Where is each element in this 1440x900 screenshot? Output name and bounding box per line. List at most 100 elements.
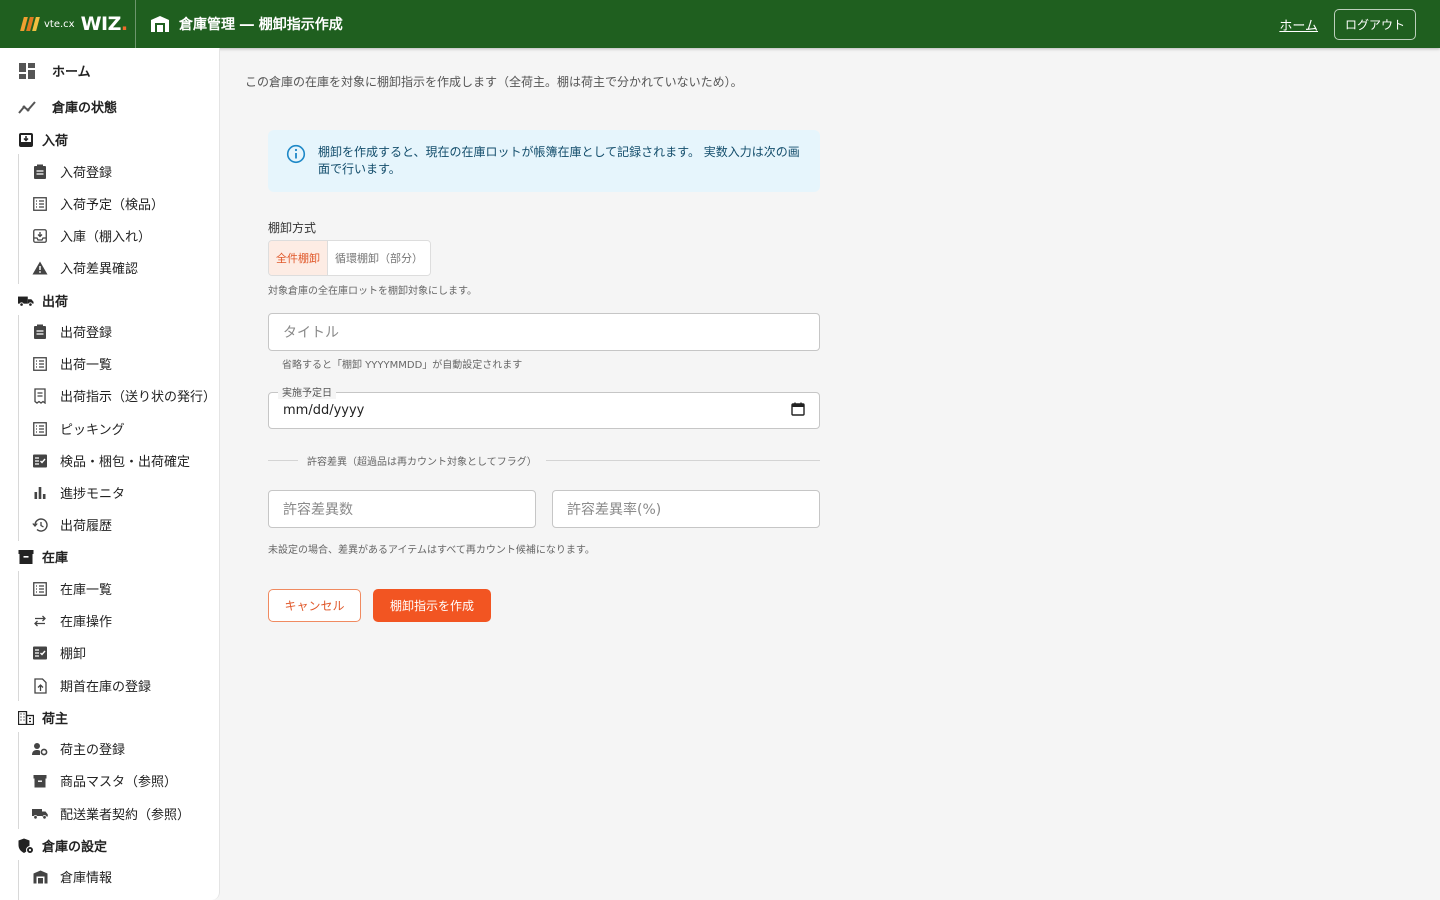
sidebar-item-label: ホーム xyxy=(52,65,91,80)
receipt-icon xyxy=(32,387,48,404)
sidebar-item-label: 配送業者契約（参照） xyxy=(60,808,191,823)
sidebar-item-shipping-history[interactable]: 出荷履歴 xyxy=(32,515,112,534)
sidebar-item-shipping-list[interactable]: 出荷一覧 xyxy=(32,354,112,373)
swap-icon xyxy=(32,613,48,629)
archive-icon xyxy=(18,549,34,565)
sidebar-item-label: 出荷履歴 xyxy=(60,519,113,534)
section-divider-line xyxy=(18,571,19,701)
warehouse-settings-icon xyxy=(18,838,34,854)
info-icon xyxy=(286,144,306,164)
fact-check-icon xyxy=(32,645,48,661)
warehouse-icon xyxy=(151,16,169,32)
list-icon xyxy=(32,421,48,437)
archive-icon xyxy=(32,773,48,789)
fact-check-icon xyxy=(32,453,48,469)
list-icon xyxy=(32,196,48,212)
home-link[interactable]: ホーム xyxy=(1279,15,1318,34)
page-description: この倉庫の在庫を対象に棚卸指示を作成します（全荷主。棚は荷主で分かれていないため… xyxy=(245,75,743,89)
sidebar-item-shipping-instruction[interactable]: 出荷指示（送り状の発行） xyxy=(32,386,216,405)
logo-big-text: WIZ xyxy=(80,13,122,35)
method-option-full[interactable]: 全件棚卸 xyxy=(269,241,328,275)
section-divider-line xyxy=(18,154,19,284)
sidebar-item-receiving-discrepancy[interactable]: 入荷差異確認 xyxy=(32,258,138,277)
sidebar-item-label: 検品・梱包・出荷確定 xyxy=(60,455,191,470)
sidebar-item-label: 入荷差異確認 xyxy=(60,262,139,277)
sidebar-item-label: 入庫（棚入れ） xyxy=(60,230,152,245)
date-value: mm/dd/yyyy xyxy=(283,403,365,418)
page-header-title: 倉庫管理 ― 棚卸指示作成 xyxy=(150,14,343,34)
move-to-inbox-icon xyxy=(32,228,48,244)
sidebar-item-label: 在庫一覧 xyxy=(60,583,113,598)
sidebar-item-receiving-plan[interactable]: 入荷予定（検品） xyxy=(32,194,164,213)
logo-small-text: vte.cx xyxy=(44,18,75,30)
logout-button[interactable]: ログアウト xyxy=(1333,8,1416,40)
scheduled-date-input[interactable]: mm/dd/yyyy xyxy=(268,392,820,429)
sidebar-item-inventory-list[interactable]: 在庫一覧 xyxy=(32,579,112,598)
tolerance-count-input[interactable]: 許容差異数 xyxy=(268,490,536,528)
tolerance-divider: 許容差異（超過品は再カウント対象としてフラグ） xyxy=(268,453,820,468)
sidebar-item-product-master[interactable]: 商品マスタ（参照） xyxy=(32,771,177,790)
sidebar-section-receiving[interactable]: 入荷 xyxy=(18,130,68,149)
sidebar-item-home[interactable]: ホーム xyxy=(18,61,91,80)
sidebar-item-inspection-packing[interactable]: 検品・梱包・出荷確定 xyxy=(32,451,190,470)
create-stocktake-button[interactable]: 棚卸指示を作成 xyxy=(373,589,491,622)
sidebar-section-warehouse-settings[interactable]: 倉庫の設定 xyxy=(18,836,107,855)
sidebar-item-label: ピッキング xyxy=(60,423,125,438)
info-alert: 棚卸を作成すると、現在の在庫ロットが帳簿在庫として記録されます。 実数入力は次の… xyxy=(268,130,820,192)
page-title: 倉庫管理 ― 棚卸指示作成 xyxy=(179,17,343,33)
sidebar-item-warehouse-status[interactable]: 倉庫の状態 xyxy=(18,97,117,116)
sidebar-item-label: 出荷指示（送り状の発行） xyxy=(60,390,217,405)
sidebar-item-label: 倉庫の状態 xyxy=(52,101,118,116)
app-logo[interactable]: vte.cx WIZ. xyxy=(0,0,136,48)
truck-icon xyxy=(18,293,34,309)
sidebar-section-label: 荷主 xyxy=(42,712,69,727)
bar-chart-icon xyxy=(32,485,48,501)
sidebar-item-label: 入荷予定（検品） xyxy=(60,198,165,213)
sidebar-item-opening-stock[interactable]: 期首在庫の登録 xyxy=(32,676,151,695)
sidebar-item-carrier-contract[interactable]: 配送業者契約（参照） xyxy=(32,804,190,823)
sidebar-section-label: 在庫 xyxy=(42,551,69,566)
list-icon xyxy=(32,581,48,597)
calendar-icon[interactable] xyxy=(791,402,805,420)
sidebar-item-label: 入荷登録 xyxy=(60,166,113,181)
section-divider-line xyxy=(18,315,19,541)
sidebar-section-inventory[interactable]: 在庫 xyxy=(18,547,68,566)
sidebar-item-progress-monitor[interactable]: 進捗モニタ xyxy=(32,483,125,502)
sidebar-item-label: 在庫操作 xyxy=(60,615,113,630)
section-divider-line xyxy=(18,732,19,829)
list-icon xyxy=(32,356,48,372)
sidebar-item-label: 出荷登録 xyxy=(60,326,113,341)
scheduled-date-label: 実施予定日 xyxy=(278,384,336,399)
sidebar-item-label: 出荷一覧 xyxy=(60,358,113,373)
sidebar-section-label: 出荷 xyxy=(42,295,69,310)
sidebar-item-inventory-operation[interactable]: 在庫操作 xyxy=(32,611,112,630)
tolerance-rate-input[interactable]: 許容差異率(%) xyxy=(552,490,820,528)
sidebar-item-receiving-register[interactable]: 入荷登録 xyxy=(32,162,112,181)
title-input[interactable]: タイトル xyxy=(268,313,820,351)
method-option-cycle[interactable]: 循環棚卸（部分） xyxy=(328,241,430,275)
sidebar-section-shipping[interactable]: 出荷 xyxy=(18,291,68,310)
truck-icon xyxy=(32,806,48,822)
warehouse-icon xyxy=(32,869,48,885)
sidebar-section-shipper[interactable]: 荷主 xyxy=(18,708,68,727)
section-divider-line xyxy=(18,860,19,900)
sidebar-section-label: 倉庫の設定 xyxy=(42,840,108,855)
method-toggle-group: 全件棚卸 循環棚卸（部分） xyxy=(268,240,431,276)
sidebar-item-label: 期首在庫の登録 xyxy=(60,680,152,695)
clipboard-icon xyxy=(32,324,48,340)
sidebar-item-stocktake[interactable]: 棚卸 xyxy=(32,643,86,662)
info-alert-text: 棚卸を作成すると、現在の在庫ロットが帳簿在庫として記録されます。 実数入力は次の… xyxy=(318,145,800,176)
cancel-button[interactable]: キャンセル xyxy=(268,589,361,622)
upload-file-icon xyxy=(32,677,48,694)
sidebar-item-shipper-register[interactable]: 荷主の登録 xyxy=(32,739,125,758)
sidebar-item-picking[interactable]: ピッキング xyxy=(32,419,125,438)
tolerance-helper-text: 未設定の場合、差異があるアイテムはすべて再カウント候補になります。 xyxy=(268,545,595,556)
tolerance-divider-text: 許容差異（超過品は再カウント対象としてフラグ） xyxy=(307,456,537,468)
sidebar-item-shipping-register[interactable]: 出荷登録 xyxy=(32,322,112,341)
warning-icon xyxy=(32,260,48,276)
move-to-inbox-icon xyxy=(18,132,34,148)
sidebar-item-label: 進捗モニタ xyxy=(60,487,126,502)
sidebar-item-warehouse-info[interactable]: 倉庫情報 xyxy=(32,867,112,886)
sidebar-item-putaway[interactable]: 入庫（棚入れ） xyxy=(32,226,151,245)
sidebar-item-label: 商品マスタ（参照） xyxy=(60,775,178,790)
